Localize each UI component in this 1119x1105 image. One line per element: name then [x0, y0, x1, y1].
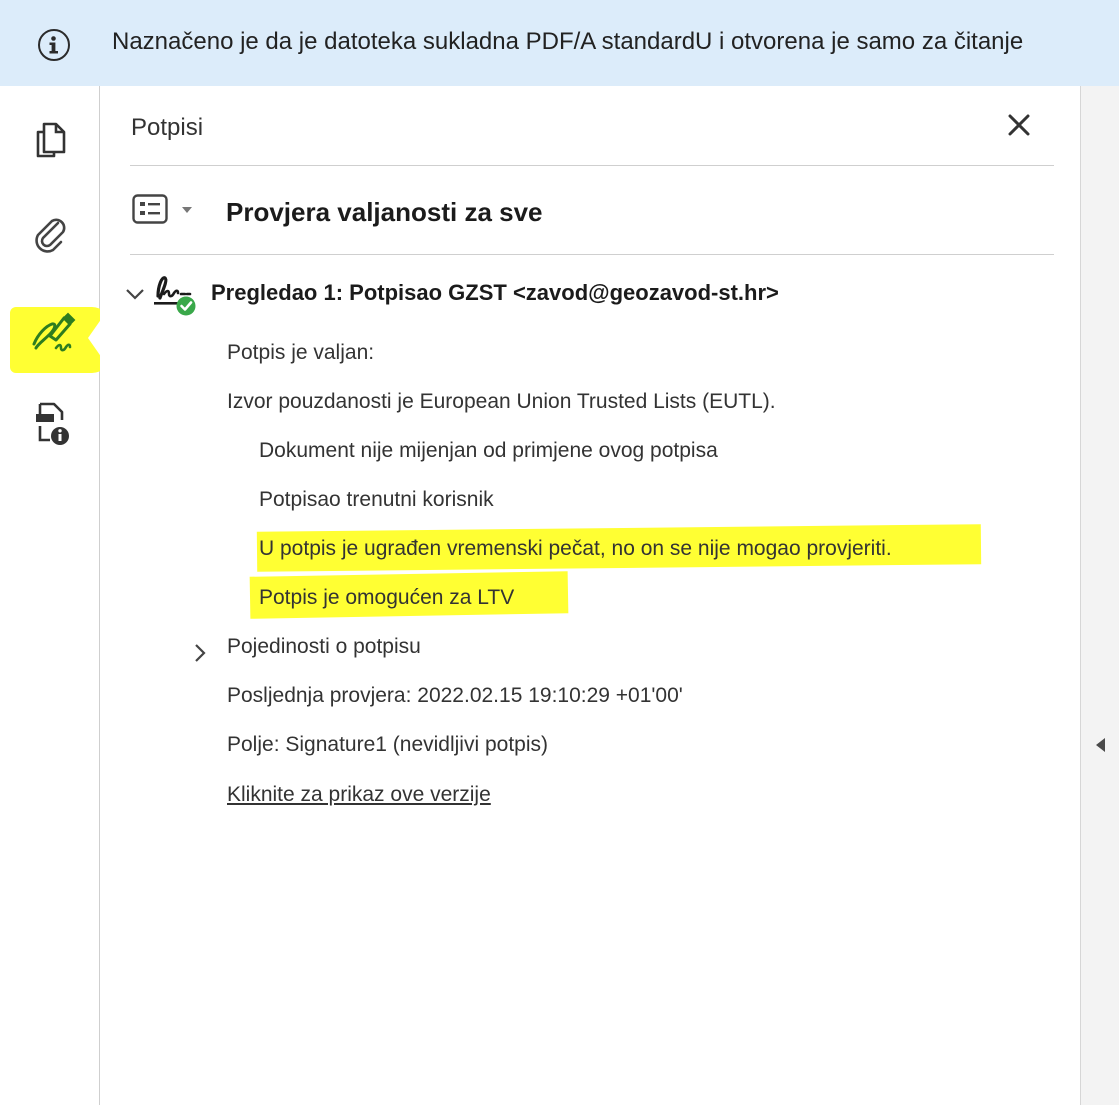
right-scroll-strip [1080, 86, 1119, 1105]
view-version-link[interactable]: Kliknite za prikaz ove verzije [227, 783, 491, 807]
signature-entry-header[interactable]: Pregledao 1: Potpisao GZST <zavod@geozav… [124, 272, 1024, 316]
document-info-icon[interactable] [28, 398, 74, 445]
validate-all-row: Provjera valjanosti za sve [132, 192, 832, 228]
panel-divider [130, 254, 1054, 255]
attachment-paperclip-icon[interactable] [28, 211, 74, 257]
detail-line: Potpis je omogućen za LTV [259, 586, 515, 609]
signature-status-icon [152, 272, 202, 316]
signature-status-text: Potpis je valjan: [227, 341, 375, 364]
field-name-text: Polje: Signature1 (nevidljivi potpis) [227, 733, 548, 756]
options-menu-icon[interactable] [132, 194, 168, 224]
left-toolbar [0, 86, 110, 1105]
info-circle-icon [38, 29, 70, 61]
panel-divider [130, 165, 1054, 166]
banner-message: Naznačeno je da je datoteka sukladna PDF… [112, 28, 1024, 55]
signature-details-toggle[interactable]: Pojedinosti o potpisu [227, 635, 421, 659]
detail-line: Potpisao trenutni korisnik [259, 488, 494, 511]
trust-source-text: Izvor pouzdanosti je European Union Trus… [227, 390, 776, 413]
signature-title: Pregledao 1: Potpisao GZST <zavod@geozav… [211, 280, 779, 305]
last-checked-text: Posljednja provjera: 2022.02.15 19:10:29… [227, 684, 683, 707]
chevron-down-icon[interactable] [182, 207, 192, 213]
chevron-right-icon[interactable] [192, 642, 208, 664]
validate-all-button[interactable]: Provjera valjanosti za sve [226, 197, 543, 228]
close-icon[interactable] [1006, 112, 1032, 138]
collapse-panel-icon[interactable] [1096, 738, 1105, 752]
info-banner: Naznačeno je da je datoteka sukladna PDF… [0, 0, 1119, 86]
detail-line: Dokument nije mijenjan od primjene ovog … [259, 439, 718, 462]
detail-line: U potpis je ugrađen vremenski pečat, no … [259, 537, 892, 560]
chevron-down-icon[interactable] [124, 286, 146, 302]
signatures-panel: Potpisi Provjera valjanosti za sve Pregl… [100, 86, 1080, 1105]
pages-icon[interactable] [28, 116, 74, 162]
panel-title: Potpisi [131, 114, 204, 141]
signature-pen-icon[interactable] [28, 304, 76, 352]
